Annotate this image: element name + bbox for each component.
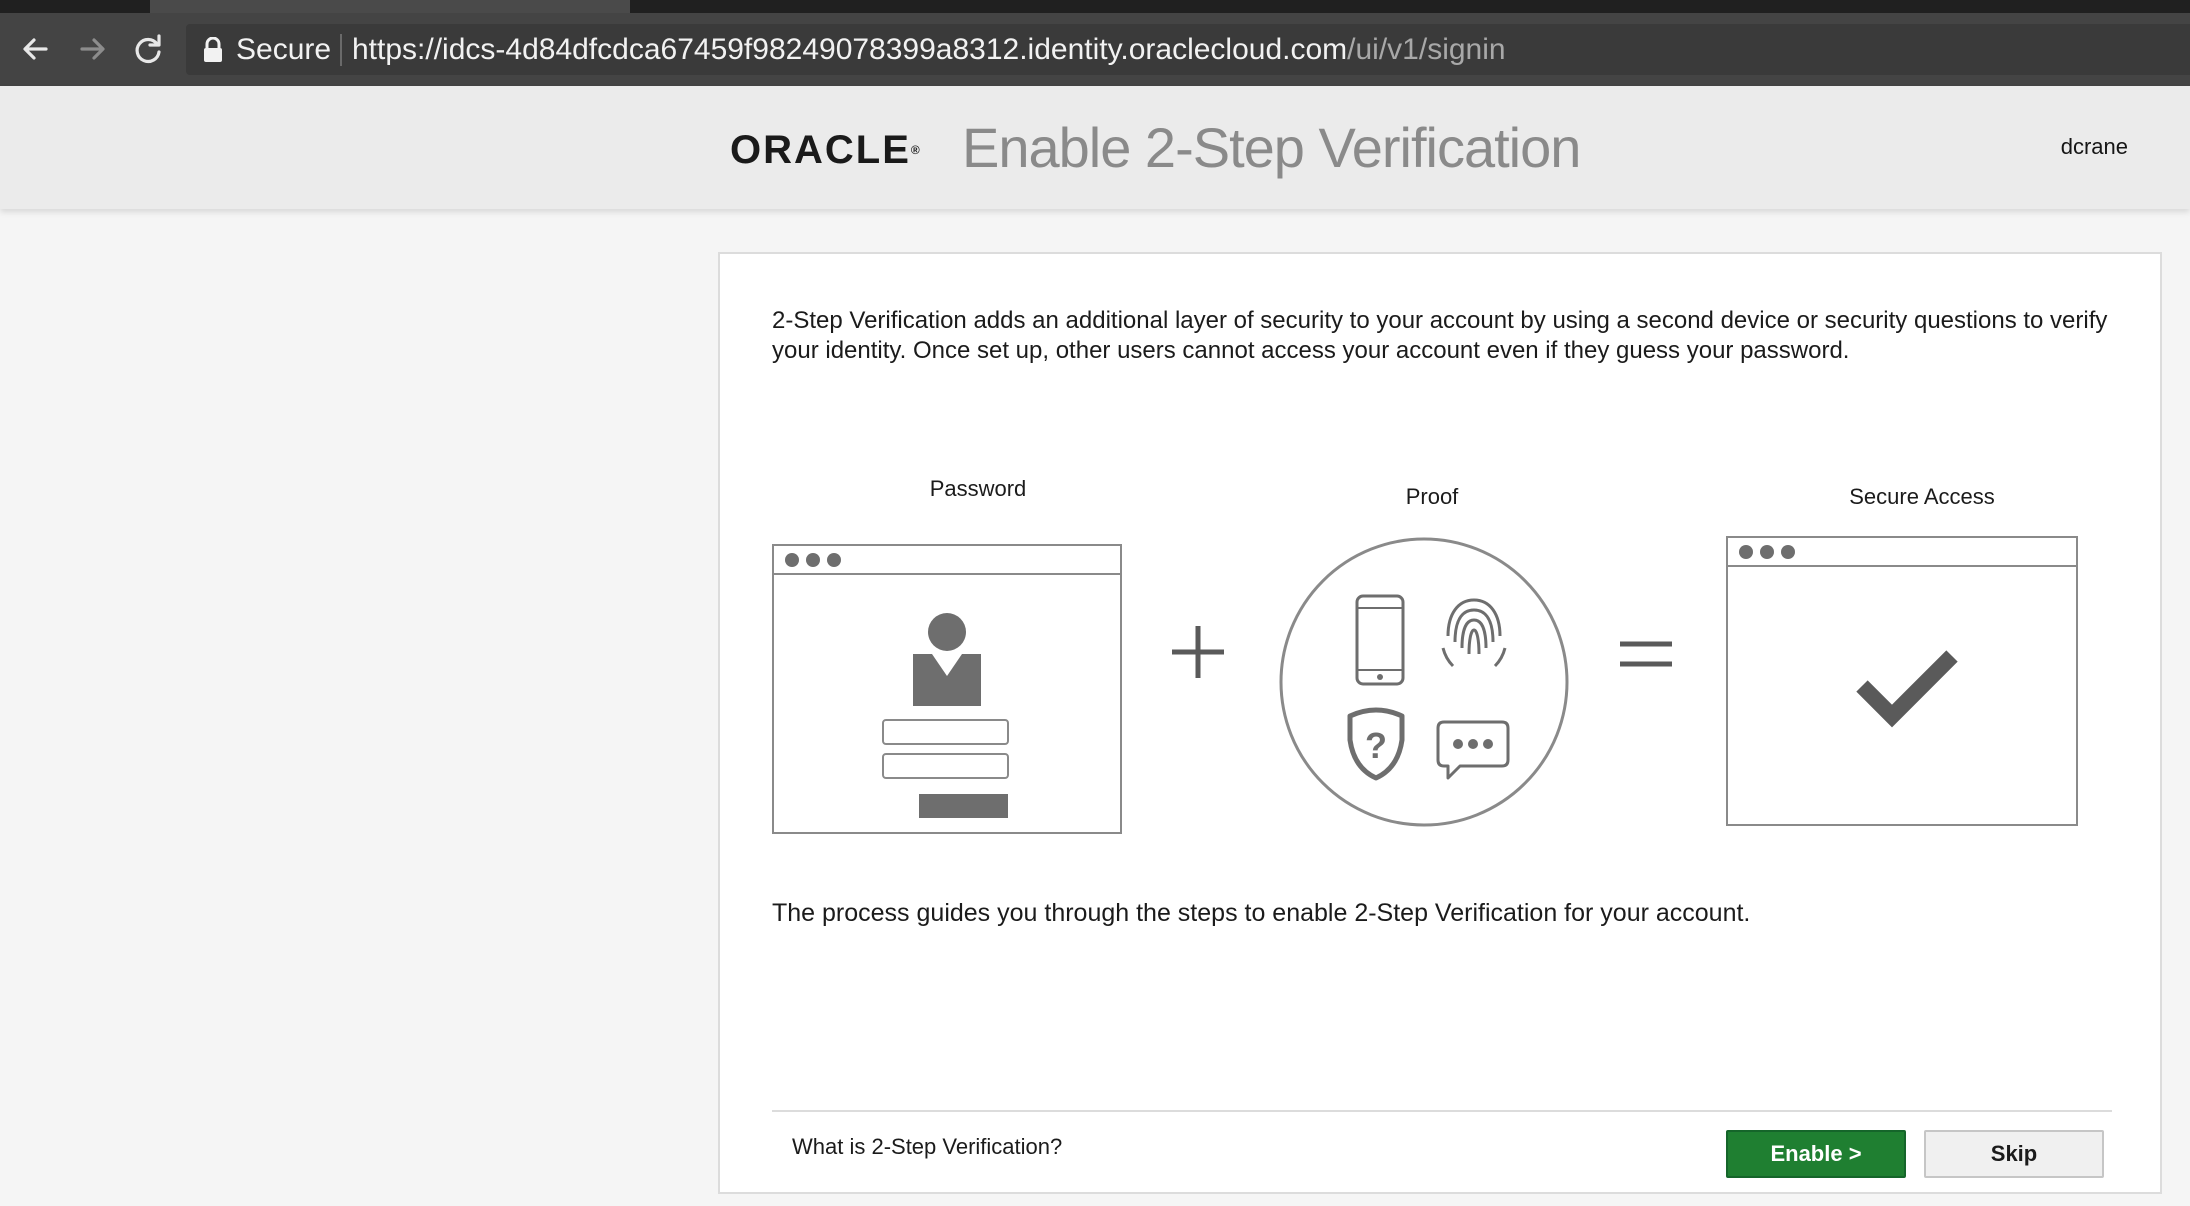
what-is-2step-link[interactable]: What is 2-Step Verification?	[792, 1134, 1062, 1160]
signin-button-graphic	[919, 794, 1008, 818]
phone-icon	[1355, 594, 1405, 686]
browser-toolbar: Secure https://idcs-4d84dfcdca67459f9824…	[0, 13, 2190, 86]
enable-button[interactable]: Enable >	[1726, 1130, 1906, 1178]
skip-button[interactable]: Skip	[1924, 1130, 2104, 1178]
footer-divider	[772, 1110, 2112, 1112]
password-field-graphic	[882, 753, 1009, 779]
app-header: ORACLE® Enable 2-Step Verification dcran…	[0, 86, 2190, 209]
page-title: Enable 2-Step Verification	[962, 116, 1581, 179]
url-host: https://idcs-4d84dfcdca67459f98249078399…	[352, 33, 1348, 66]
omnibox-separator	[340, 34, 342, 66]
logo-text: ORACLE	[730, 128, 911, 172]
plus-icon	[1172, 626, 1224, 678]
process-text: The process guides you through the steps…	[772, 899, 1751, 927]
tab-strip	[0, 0, 2190, 13]
logo-mark: ®	[910, 143, 920, 157]
equals-icon	[1620, 641, 1672, 667]
user-menu[interactable]: dcrane	[2061, 134, 2128, 160]
step-label-proof: Proof	[1405, 484, 1459, 509]
back-arrow-icon[interactable]	[14, 27, 58, 71]
url-path: /ui/v1/signin	[1347, 33, 1506, 66]
active-tab[interactable]	[150, 0, 630, 13]
verification-card: 2-Step Verification adds an additional l…	[718, 252, 2162, 1194]
reload-icon[interactable]	[126, 27, 170, 71]
svg-text:?: ?	[1365, 725, 1387, 766]
forward-arrow-icon[interactable]	[70, 27, 114, 71]
password-illustration	[772, 544, 1122, 834]
intro-text: 2-Step Verification adds an additional l…	[772, 307, 2108, 364]
step-label-password: Password	[929, 476, 1027, 501]
step-label-secure-access: Secure Access	[1849, 484, 1995, 509]
url-text[interactable]: https://idcs-4d84dfcdca67459f98249078399…	[352, 34, 1506, 66]
lock-icon	[202, 36, 224, 63]
secure-label: Secure	[236, 33, 332, 66]
address-bar[interactable]: Secure https://idcs-4d84dfcdca67459f9824…	[186, 24, 2190, 75]
oracle-logo: ORACLE®	[730, 128, 920, 172]
secure-access-illustration	[1726, 536, 2078, 826]
proof-illustration: ?	[1279, 537, 1569, 827]
username-field-graphic	[882, 719, 1009, 745]
